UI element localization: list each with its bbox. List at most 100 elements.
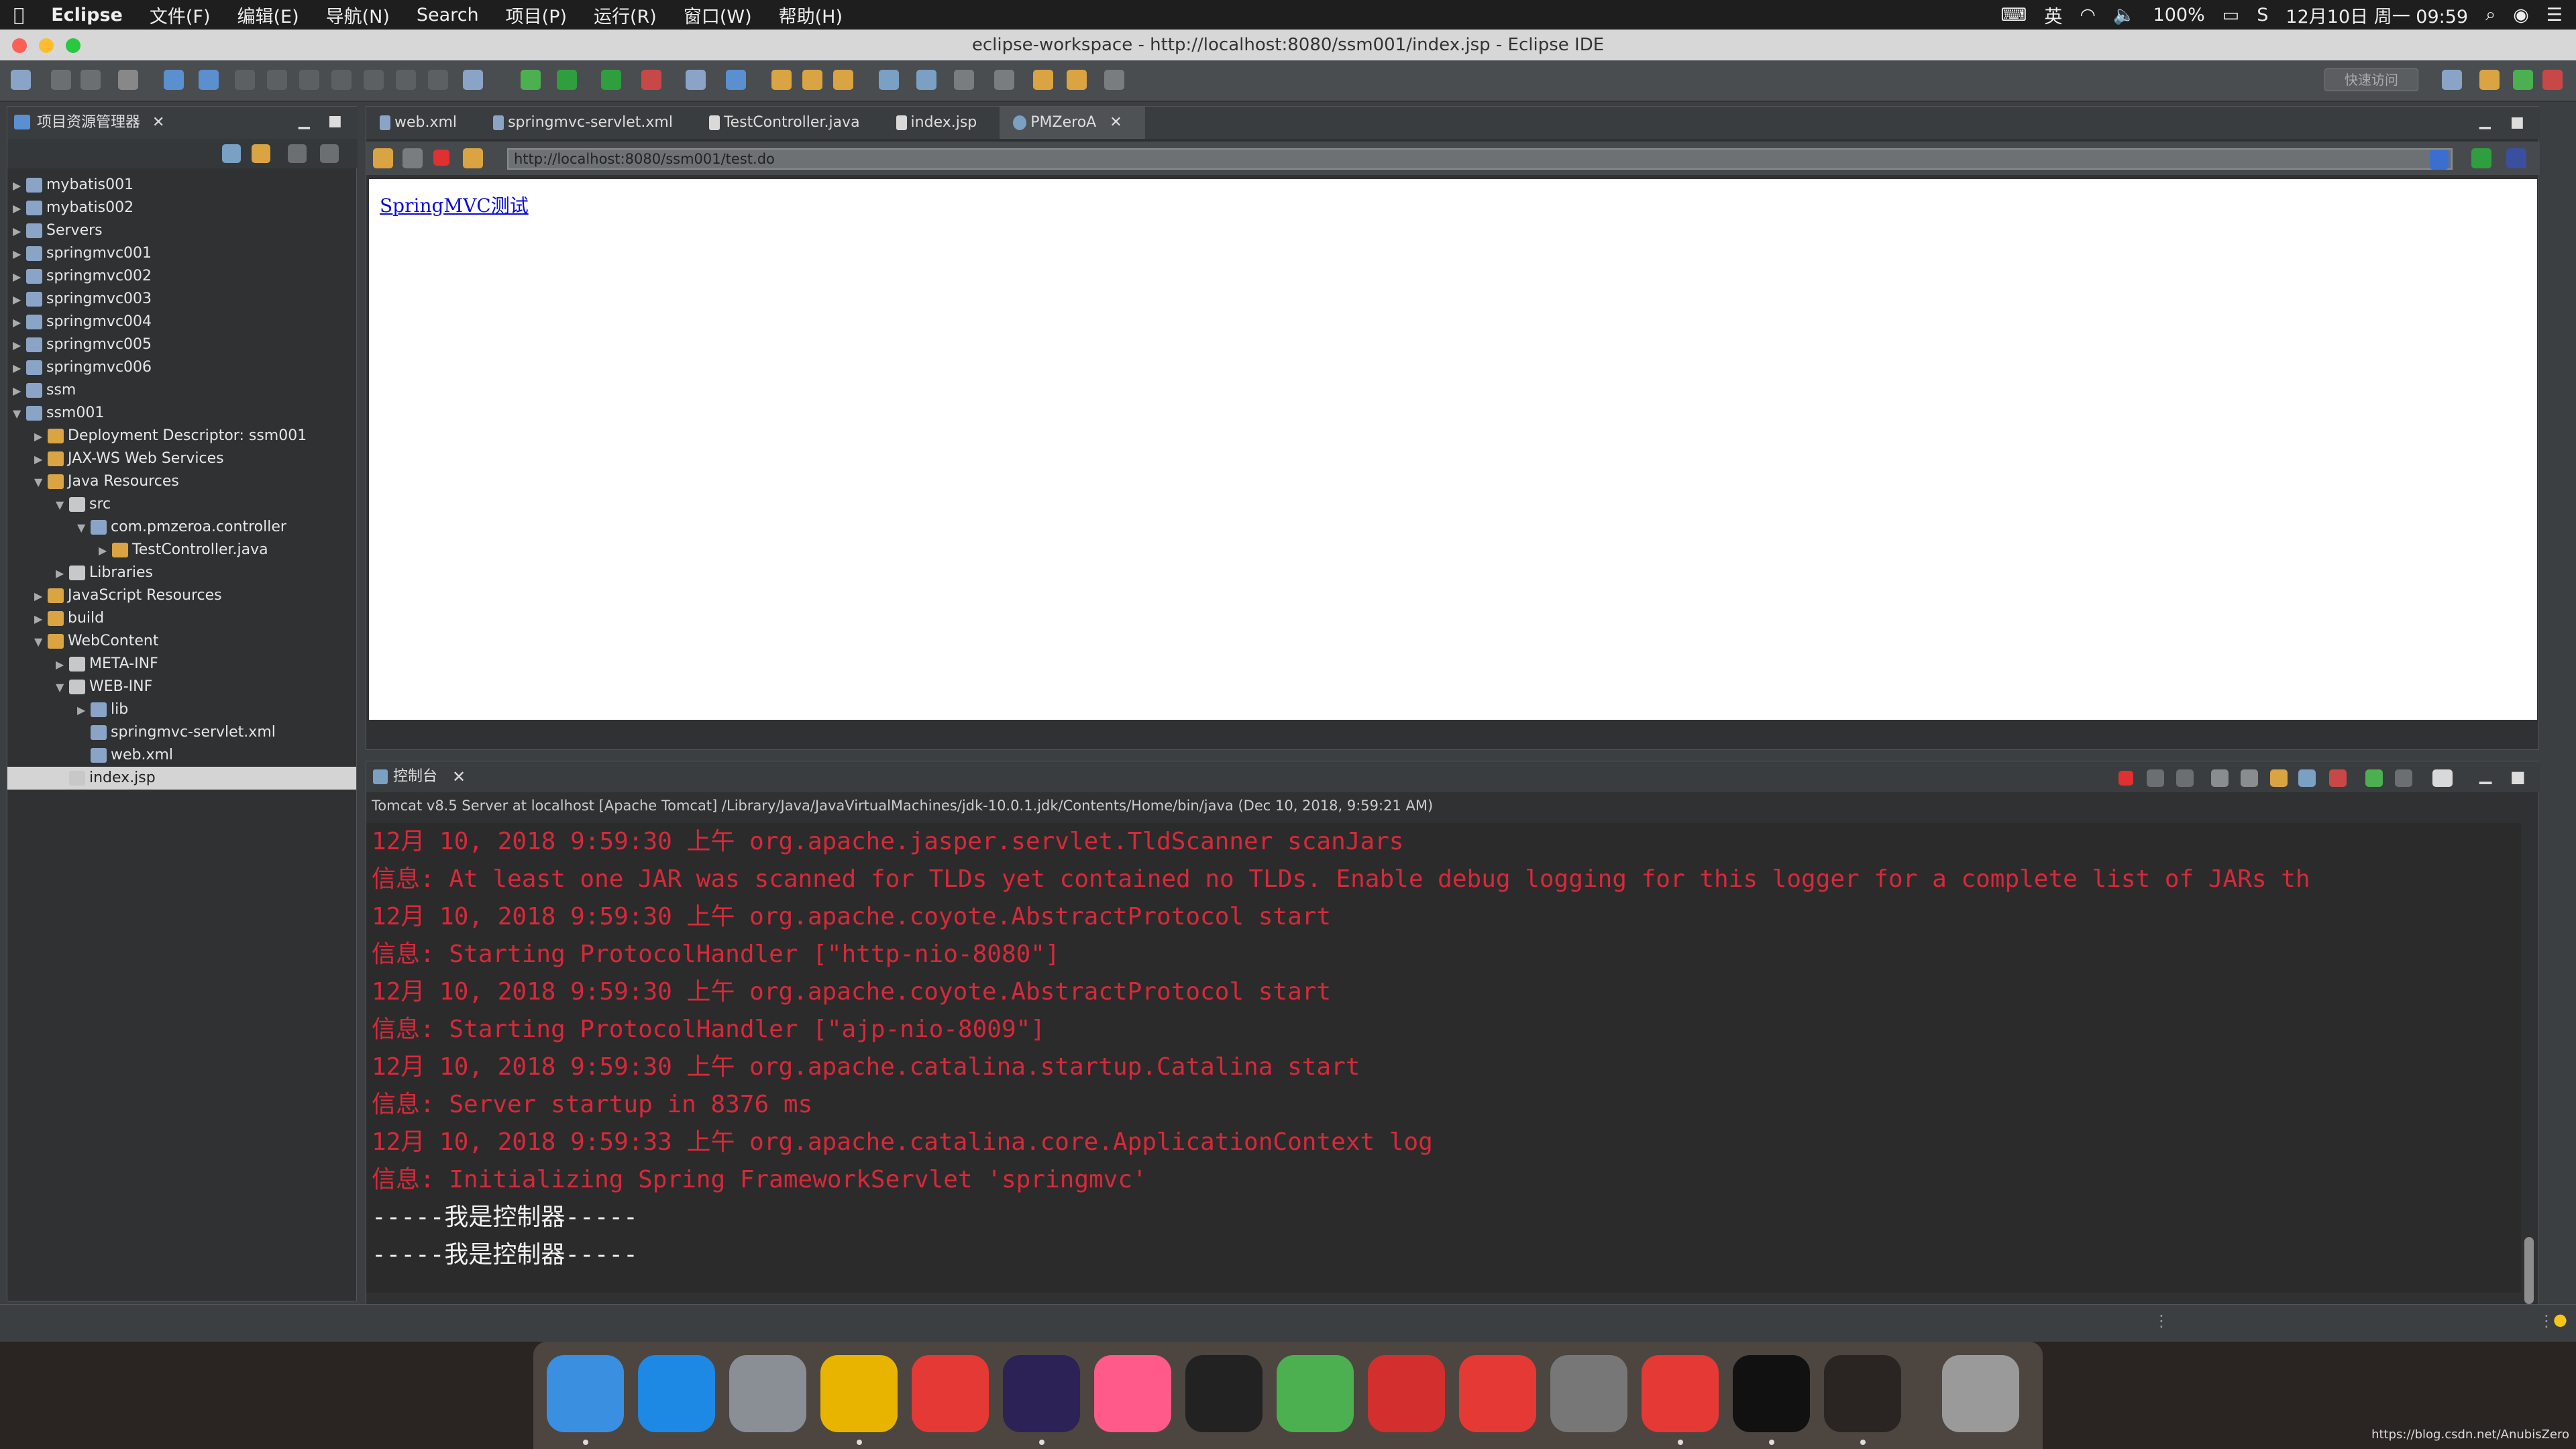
tree-item[interactable]: ▶ springmvc004 [7,311,356,333]
keyboard-icon[interactable]: ⌨ [2000,5,2027,25]
chevron-right-icon[interactable]: ▶ [34,448,48,471]
remove-launch-icon[interactable] [2147,769,2164,787]
trash-icon[interactable] [1942,1355,2019,1432]
close-icon[interactable]: ✕ [1110,114,1122,131]
tree-item[interactable]: ▶ META-INF [7,653,356,676]
terminal-view-icon[interactable] [164,70,184,90]
open-perspective-icon[interactable] [2442,70,2462,90]
minimize-window-button[interactable] [39,38,54,53]
springmvc-test-link[interactable]: SpringMVC测试 [380,191,529,218]
tree-item[interactable]: ▼ com.pmzeroa.controller [7,516,356,539]
link-with-editor-icon[interactable] [252,144,270,163]
maximize-view-icon[interactable]: ■ [328,105,342,138]
tree-item[interactable]: springmvc-servlet.xml [7,721,356,744]
menu-search[interactable]: Search [417,5,479,25]
scroll-lock-icon[interactable] [2241,769,2258,787]
java-ee-perspective-icon[interactable] [2479,70,2500,90]
debug-icon[interactable] [521,70,541,90]
tab-index-jsp[interactable]: index.jsp [883,107,1000,139]
forward-arrow-icon[interactable] [402,148,423,168]
console-output[interactable]: 12月 10, 2018 9:59:30 上午 org.apache.jaspe… [366,823,2521,1293]
minimize-view-icon[interactable]: ▁ [2479,761,2491,788]
save-all-icon[interactable] [80,70,101,90]
close-window-button[interactable] [12,38,27,53]
tree-item[interactable]: ▶ Deployment Descriptor: ssm001 [7,425,356,447]
java-perspective-icon[interactable] [2542,70,2563,90]
volume-icon[interactable]: 🔈 [2113,4,2136,25]
forward-icon[interactable] [1104,70,1124,90]
battery-percent[interactable]: 100% [2153,5,2205,25]
tree-item[interactable]: ▶ springmvc001 [7,242,356,265]
chevron-right-icon[interactable]: ▶ [13,357,26,380]
tree-item[interactable]: ▶ springmvc003 [7,288,356,311]
chevron-down-icon[interactable]: ▼ [77,517,91,539]
run-server-icon[interactable] [641,70,661,90]
siri-icon[interactable]: ◉ [2513,5,2529,25]
itunes-icon[interactable] [1094,1355,1171,1432]
tree-item[interactable]: ▶ mybatis001 [7,174,356,197]
show-on-stderr-icon[interactable] [2329,769,2347,787]
zoom-window-button[interactable] [66,38,80,53]
tree-item[interactable]: ▶ Libraries [7,561,356,584]
xmind-icon[interactable] [912,1355,989,1432]
new-server-icon[interactable] [686,70,706,90]
view-menu-icon[interactable] [320,144,339,163]
skip-breakpoints-icon[interactable] [199,70,219,90]
spotlight-icon[interactable]: ⌕ [2485,4,2496,25]
navicat-icon[interactable] [1824,1355,1901,1432]
open-task-icon[interactable] [802,70,822,90]
tree-item[interactable]: web.xml [7,744,356,767]
tree-item[interactable]: ▼ WebContent [7,630,356,653]
stop-icon[interactable] [433,150,449,166]
console-title[interactable]: 控制台 [393,761,437,792]
open-type-icon[interactable] [771,70,792,90]
resume-icon[interactable] [235,70,255,90]
chevron-right-icon[interactable]: ▶ [13,380,26,402]
chevron-down-icon[interactable]: ▼ [34,471,48,494]
menu-file[interactable]: 文件(F) [150,2,211,28]
chevron-right-icon[interactable]: ▶ [56,653,69,676]
menu-navigate[interactable]: 导航(N) [326,2,390,28]
chevron-right-icon[interactable]: ▶ [13,197,26,220]
tree-item[interactable]: ▶ springmvc002 [7,265,356,288]
account-icon[interactable] [118,70,138,90]
chevron-right-icon[interactable]: ▶ [34,425,48,448]
url-history-dropdown-icon[interactable] [2430,150,2449,170]
open-console-icon[interactable] [2432,769,2453,787]
menu-eclipse[interactable]: Eclipse [51,5,123,25]
disconnect-icon[interactable] [331,70,352,90]
menu-edit[interactable]: 编辑(E) [237,2,299,28]
terminate-icon[interactable] [299,70,319,90]
screen-recorder-icon[interactable] [1642,1355,1719,1432]
finder-icon[interactable] [547,1355,624,1432]
go-icon[interactable] [2471,148,2491,168]
tree-item[interactable]: ▶ springmvc006 [7,356,356,379]
input-language[interactable]: 英 [2044,2,2062,28]
chevron-down-icon[interactable]: ▼ [56,676,69,699]
url-input[interactable]: http://localhost:8080/ssm001/test.do [507,148,2453,170]
minimize-view-icon[interactable]: ▁ [2479,107,2491,136]
display-selected-console-icon[interactable] [2395,769,2412,787]
collapse-all-icon[interactable] [222,144,241,163]
refresh-icon[interactable] [463,148,483,168]
chevron-down-icon[interactable]: ▼ [13,402,26,425]
bookmark-icon[interactable] [1459,1355,1536,1432]
back-history-icon[interactable] [1067,70,1087,90]
lightbulb-icon[interactable]: ● [2553,1310,2567,1329]
tab-pmzeroa[interactable]: PMZeroA ✕ [1000,107,1145,139]
chevron-right-icon[interactable]: ▶ [13,243,26,266]
show-on-stdout-icon[interactable] [2298,769,2316,787]
close-icon[interactable]: ✕ [152,107,164,139]
tree-item[interactable]: ▶ ssm [7,379,356,402]
tab-web-xml[interactable]: web.xml [366,107,480,139]
qq-icon[interactable] [1185,1355,1263,1432]
terminate-console-icon[interactable] [2118,771,2133,786]
tree-item[interactable]: ▶ TestController.java [7,539,356,561]
chevron-right-icon[interactable]: ▶ [13,311,26,334]
suspend-icon[interactable] [267,70,287,90]
open-external-browser-icon[interactable] [2506,148,2526,168]
new-icon[interactable] [11,70,31,90]
tree-item[interactable]: ▼ WEB-INF [7,676,356,698]
drop-to-frame-icon[interactable] [463,70,483,90]
chevron-right-icon[interactable]: ▶ [56,562,69,585]
